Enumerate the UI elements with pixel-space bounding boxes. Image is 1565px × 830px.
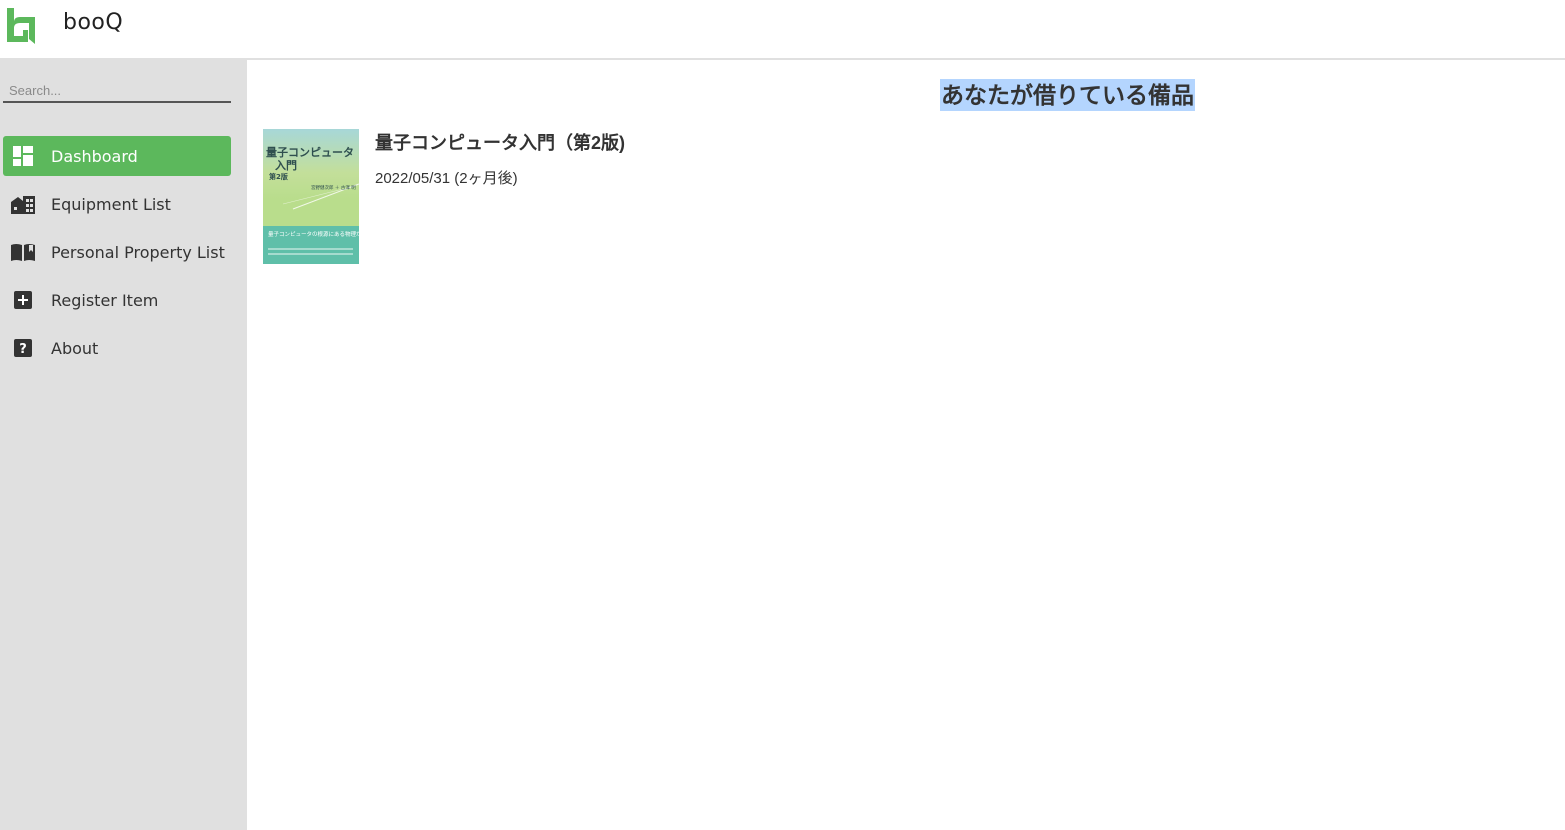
borrowed-item-card[interactable]: 量子コンピュータ 入門 第2版 宮野健次郎 ＋ 古澤 明 量子コンピュータの根源… [263, 129, 863, 265]
search-input[interactable] [3, 80, 231, 100]
item-title[interactable]: 量子コンピュータ入門（第2版) [375, 129, 625, 155]
main-content: あなたが借りている備品 量子コンピュータ 入門 第2版 宮野健次郎 ＋ 古澤 明… [247, 60, 1565, 830]
app-name[interactable]: booQ [63, 10, 123, 35]
cover-edition: 第2版 [269, 172, 288, 181]
book-open-icon [11, 240, 35, 264]
domain-icon [11, 192, 35, 216]
sidebar-item-label: About [51, 338, 99, 358]
app-header: booQ [0, 0, 1565, 60]
help-icon: ? [11, 336, 35, 360]
sidebar-item-dashboard[interactable]: Dashboard [3, 136, 231, 176]
sidebar-item-register-item[interactable]: Register Item [3, 280, 231, 320]
cover-title-line1: 量子コンピュータ [266, 146, 354, 159]
sidebar-item-label: Dashboard [51, 146, 138, 166]
sidebar-item-label: Equipment List [51, 194, 171, 214]
sidebar-nav: Dashboard Equipment List Personal Proper… [3, 136, 231, 376]
sidebar-item-label: Personal Property List [51, 242, 225, 262]
svg-text:?: ? [19, 342, 27, 357]
cover-author: 宮野健次郎 ＋ 古澤 明 [311, 184, 356, 191]
page-title: あなたが借りている備品 [940, 79, 1195, 111]
booq-logo-icon[interactable] [7, 8, 35, 44]
cover-title-line2: 入門 [275, 159, 297, 172]
cover-tagline: 量子コンピュータの根源にある物理がわかる [268, 230, 359, 238]
sidebar-item-about[interactable]: ? About [3, 328, 231, 368]
search-box [3, 80, 231, 103]
book-cover-image[interactable]: 量子コンピュータ 入門 第2版 宮野健次郎 ＋ 古澤 明 量子コンピュータの根源… [263, 129, 359, 264]
sidebar: Dashboard Equipment List [0, 60, 247, 830]
dashboard-icon [11, 144, 35, 168]
sidebar-item-personal-property-list[interactable]: Personal Property List [3, 232, 231, 272]
sidebar-item-label: Register Item [51, 290, 159, 310]
sidebar-item-equipment-list[interactable]: Equipment List [3, 184, 231, 224]
add-box-icon [11, 288, 35, 312]
item-due-date: 2022/05/31 (2ヶ月後) [375, 170, 518, 187]
